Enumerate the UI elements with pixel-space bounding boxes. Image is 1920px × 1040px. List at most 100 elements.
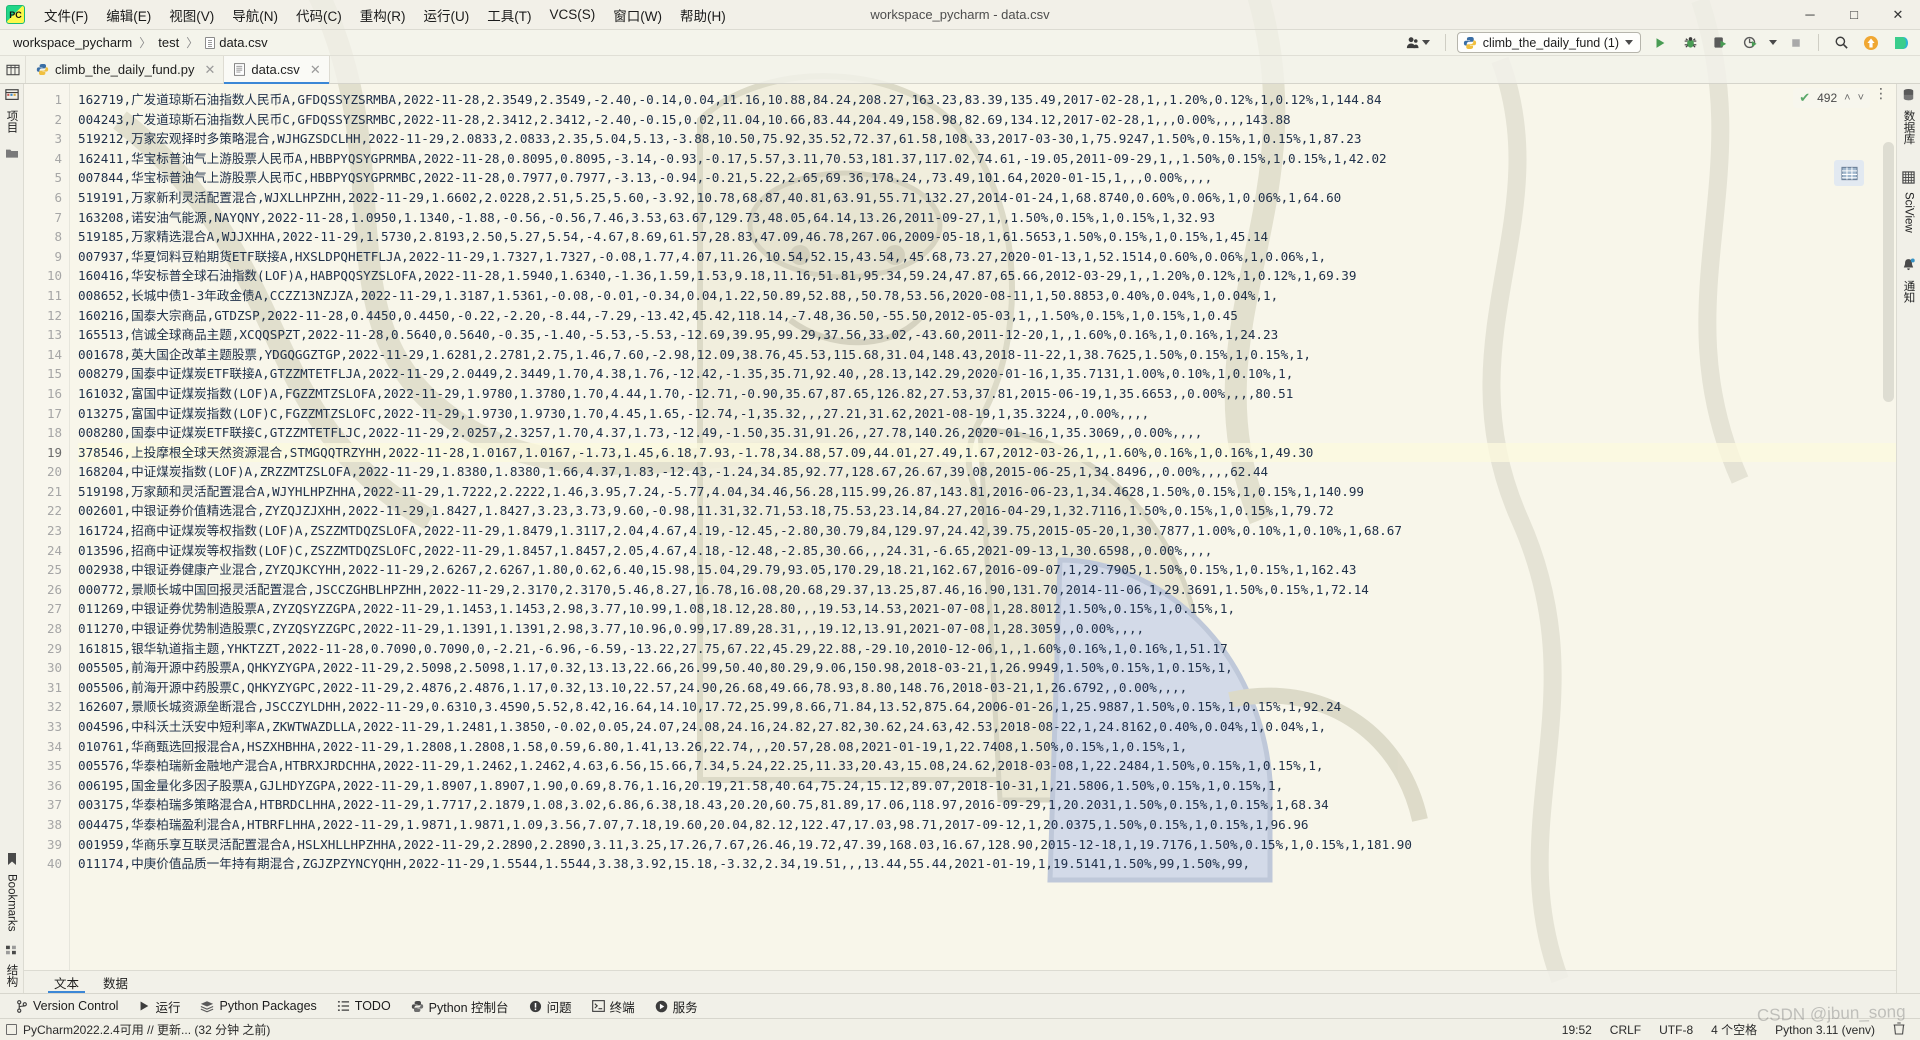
update-project-button[interactable] bbox=[1860, 32, 1882, 53]
python-interpreter[interactable]: Python 3.11 (venv) bbox=[1766, 1022, 1884, 1038]
search-everywhere-button[interactable] bbox=[1830, 32, 1852, 53]
inspection-widget[interactable]: ✔ 492 ˄ ˅ bbox=[1793, 88, 1870, 108]
code-line[interactable]: 005576,华泰柏瑞新金融地产混合A,HTBRXJRDCHHA,2022-11… bbox=[78, 756, 1896, 776]
close-tab-icon[interactable]: ✕ bbox=[310, 62, 321, 78]
menu-file[interactable]: 文件(F) bbox=[35, 2, 97, 28]
previous-problem-icon[interactable]: ˄ bbox=[1844, 92, 1850, 104]
tool-window-database[interactable]: 数据库 bbox=[1900, 84, 1918, 151]
minimize-button[interactable]: ─ bbox=[1788, 0, 1832, 30]
code-line[interactable]: 519185,万家精选混合A,WJJXHHA,2022-11-29,1.5730… bbox=[78, 227, 1896, 247]
debug-button[interactable] bbox=[1679, 32, 1701, 53]
code-line[interactable]: 000772,景顺长城中国回报灵活配置混合,JSCCZGHBLHPZHH,202… bbox=[78, 580, 1896, 600]
show-tabs-icon[interactable] bbox=[0, 56, 26, 83]
menu-vcs[interactable]: VCS(S) bbox=[541, 4, 605, 25]
next-problem-icon[interactable]: ˅ bbox=[1858, 92, 1864, 104]
toolwin-todo[interactable]: TODO bbox=[327, 997, 401, 1015]
code-line[interactable]: 168204,中证煤炭指数(LOF)A,ZRZZMTZSLOFA,2022-11… bbox=[78, 462, 1896, 482]
code-line[interactable]: 165513,信诚全球商品主题,XCQQSPZT,2022-11-28,0.56… bbox=[78, 325, 1896, 345]
code-line[interactable]: 005506,前海开源中药股票C,QHKYZYGPC,2022-11-29,2.… bbox=[78, 678, 1896, 698]
code-line[interactable]: 005505,前海开源中药股票A,QHKYZYGPA,2022-11-29,2.… bbox=[78, 658, 1896, 678]
tool-window-bookmarks[interactable]: Bookmarks bbox=[5, 846, 19, 938]
code-line[interactable]: 004596,中科沃土沃安中短利率A,ZKWTWAZDLLA,2022-11-2… bbox=[78, 717, 1896, 737]
menu-tools[interactable]: 工具(T) bbox=[478, 2, 540, 28]
code-line[interactable]: 011174,中庚价值品质一年持有期混合,ZGJZPZYNCYQHH,2022-… bbox=[78, 854, 1896, 874]
code-line[interactable]: 004475,华泰柏瑞盈利混合A,HTBRFLHHA,2022-11-29,1.… bbox=[78, 815, 1896, 835]
code-line[interactable]: 519198,万家颠和灵活配置混合A,WJYHLHPZHHA,2022-11-2… bbox=[78, 482, 1896, 502]
toolwin-services[interactable]: 服务 bbox=[645, 995, 708, 1018]
breadcrumb-item-0[interactable]: workspace_pycharm bbox=[8, 34, 137, 51]
code-line[interactable]: 008279,国泰中证煤炭ETF联接A,GTZZMTETFLJA,2022-11… bbox=[78, 364, 1896, 384]
code-line[interactable]: 004243,广发道琼斯石油指数人民币C,GFDQSSYZSRMBC,2022-… bbox=[78, 110, 1896, 130]
code-line[interactable]: 010761,华商甄选回报混合A,HSZXHBHHA,2022-11-29,1.… bbox=[78, 737, 1896, 757]
code-line[interactable]: 519191,万家新利灵活配置混合,WJXLLHPZHH,2022-11-29,… bbox=[78, 188, 1896, 208]
line-separator[interactable]: CRLF bbox=[1601, 1022, 1650, 1038]
tool-window-structure[interactable]: 结构 bbox=[3, 938, 21, 993]
code-line[interactable]: 011269,中银证券优势制造股票A,ZYZQSYZZGPA,2022-11-2… bbox=[78, 599, 1896, 619]
toolwin-python-packages[interactable]: Python Packages bbox=[190, 997, 326, 1015]
tool-window-notifications[interactable]: 通知 bbox=[1900, 252, 1918, 309]
menu-code[interactable]: 代码(C) bbox=[287, 2, 351, 28]
code-line[interactable]: 162411,华宝标普油气上游股票人民币A,HBBPYQSYGPRMBA,202… bbox=[78, 149, 1896, 169]
menu-window[interactable]: 窗口(W) bbox=[604, 2, 671, 28]
code-line[interactable]: 003175,华泰柏瑞多策略混合A,HTBRDCLHHA,2022-11-29,… bbox=[78, 795, 1896, 815]
code-line[interactable]: 378546,上投摩根全球天然资源混合,STMGQQTRZYHH,2022-11… bbox=[78, 442, 1896, 463]
code-line[interactable]: 161032,富国中证煤炭指数(LOF)A,FGZZMTZSLOFA,2022-… bbox=[78, 384, 1896, 404]
code-line[interactable]: 008652,长城中债1-3年政金债A,CCZZ13NZJZA,2022-11-… bbox=[78, 286, 1896, 306]
code-line[interactable]: 002601,中银证券价值精选混合,ZYZQJZJXHH,2022-11-29,… bbox=[78, 501, 1896, 521]
toolwin-run[interactable]: 运行 bbox=[128, 995, 190, 1018]
run-button[interactable] bbox=[1649, 32, 1671, 53]
menu-navigate[interactable]: 导航(N) bbox=[223, 2, 287, 28]
caret-position[interactable]: 19:52 bbox=[1553, 1022, 1601, 1038]
profile-button[interactable] bbox=[1739, 32, 1761, 53]
user-account-icon[interactable] bbox=[1401, 33, 1434, 52]
file-encoding[interactable]: UTF-8 bbox=[1650, 1022, 1702, 1038]
menu-help[interactable]: 帮助(H) bbox=[671, 2, 735, 28]
close-button[interactable]: ✕ bbox=[1876, 0, 1920, 30]
folder-icon-button[interactable] bbox=[4, 139, 20, 168]
code-line[interactable]: 161815,银华轨道指主题,YHKTZZT,2022-11-28,0.7090… bbox=[78, 639, 1896, 659]
tab-climb-the-daily-fund-py[interactable]: climb_the_daily_fund.py ✕ bbox=[26, 56, 225, 83]
run-configuration-selector[interactable]: climb_the_daily_fund (1) bbox=[1456, 32, 1641, 53]
open-table-view-button[interactable] bbox=[1834, 160, 1864, 186]
toolwin-terminal[interactable]: 终端 bbox=[582, 995, 645, 1018]
code-line[interactable]: 160216,国泰大宗商品,GTDZSP,2022-11-28,0.4450,0… bbox=[78, 306, 1896, 326]
tab-data-csv[interactable]: data.csv ✕ bbox=[224, 56, 330, 84]
toolwin-problems[interactable]: 问题 bbox=[519, 995, 582, 1018]
code-line[interactable]: 013596,招商中证煤炭等权指数(LOF)C,ZSZZMTDQZSLOFC,2… bbox=[78, 541, 1896, 561]
run-with-coverage-button[interactable] bbox=[1709, 32, 1731, 53]
editor-tab-data[interactable]: 数据 bbox=[91, 971, 140, 993]
code-line[interactable]: 013275,富国中证煤炭指数(LOF)C,FGZZMTZSLOFC,2022-… bbox=[78, 404, 1896, 424]
tool-window-project[interactable]: 项目 bbox=[3, 84, 21, 139]
code-line[interactable]: 006195,国金量化多因子股票A,GJLHDYZGPA,2022-11-29,… bbox=[78, 776, 1896, 796]
profile-caret-icon[interactable] bbox=[1769, 40, 1777, 45]
csv-text-content[interactable]: 162719,广发道琼斯石油指数人民币A,GFDQSSYZSRMBA,2022-… bbox=[70, 84, 1896, 970]
tool-window-sciview[interactable]: SciView bbox=[1901, 165, 1916, 239]
code-line[interactable]: 519212,万家宏观择时多策略混合,WJHGZSDCLHH,2022-11-2… bbox=[78, 129, 1896, 149]
menu-refactor[interactable]: 重构(R) bbox=[351, 2, 415, 28]
status-message-group[interactable]: PyCharm2022.2.4可用 // 更新... (32 分钟 之前) bbox=[6, 1021, 270, 1038]
editor-tab-text[interactable]: 文本 bbox=[42, 971, 91, 993]
menu-edit[interactable]: 编辑(E) bbox=[97, 2, 160, 28]
code-line[interactable]: 007844,华宝标普油气上游股票人民币C,HBBPYQSYGPRMBC,202… bbox=[78, 168, 1896, 188]
code-line[interactable]: 162719,广发道琼斯石油指数人民币A,GFDQSSYZSRMBA,2022-… bbox=[78, 90, 1896, 110]
editor-vertical-scrollbar[interactable] bbox=[1883, 142, 1894, 402]
indent-setting[interactable]: 4 个空格 bbox=[1702, 1020, 1766, 1039]
code-line[interactable]: 002938,中银证券健康产业混合,ZYZQJKCYHH,2022-11-29,… bbox=[78, 560, 1896, 580]
maximize-button[interactable]: □ bbox=[1832, 0, 1876, 30]
breadcrumb-item-1[interactable]: test bbox=[153, 34, 184, 51]
trash-icon[interactable] bbox=[1884, 1021, 1914, 1039]
menu-run[interactable]: 运行(U) bbox=[415, 2, 479, 28]
code-line[interactable]: 162607,景顺长城资源垒断混合,JSCCZYLDHH,2022-11-29,… bbox=[78, 697, 1896, 717]
code-line[interactable]: 160416,华安标普全球石油指数(LOF)A,HABPQQSYZSLOFA,2… bbox=[78, 266, 1896, 286]
code-line[interactable]: 163208,诺安油气能源,NAYQNY,2022-11-28,1.0950,1… bbox=[78, 208, 1896, 228]
ide-settings-button[interactable] bbox=[1890, 32, 1912, 53]
code-line[interactable]: 001678,英大国企改革主题股票,YDGQGGZTGP,2022-11-29,… bbox=[78, 345, 1896, 365]
menu-view[interactable]: 视图(V) bbox=[160, 2, 223, 28]
stop-button[interactable] bbox=[1785, 32, 1807, 53]
code-line[interactable]: 001959,华商乐享互联灵活配置混合A,HSLXHLLHPZHHA,2022-… bbox=[78, 835, 1896, 855]
code-line[interactable]: 007937,华夏饲料豆粕期货ETF联接A,HXSLDPQHETFLJA,202… bbox=[78, 247, 1896, 267]
toolwin-python-console[interactable]: Python 控制台 bbox=[401, 995, 519, 1018]
code-line[interactable]: 011270,中银证券优势制造股票C,ZYZQSYZZGPC,2022-11-2… bbox=[78, 619, 1896, 639]
toolwin-version-control[interactable]: Version Control bbox=[6, 997, 128, 1015]
code-line[interactable]: 161724,招商中证煤炭等权指数(LOF)A,ZSZZMTDQZSLOFA,2… bbox=[78, 521, 1896, 541]
